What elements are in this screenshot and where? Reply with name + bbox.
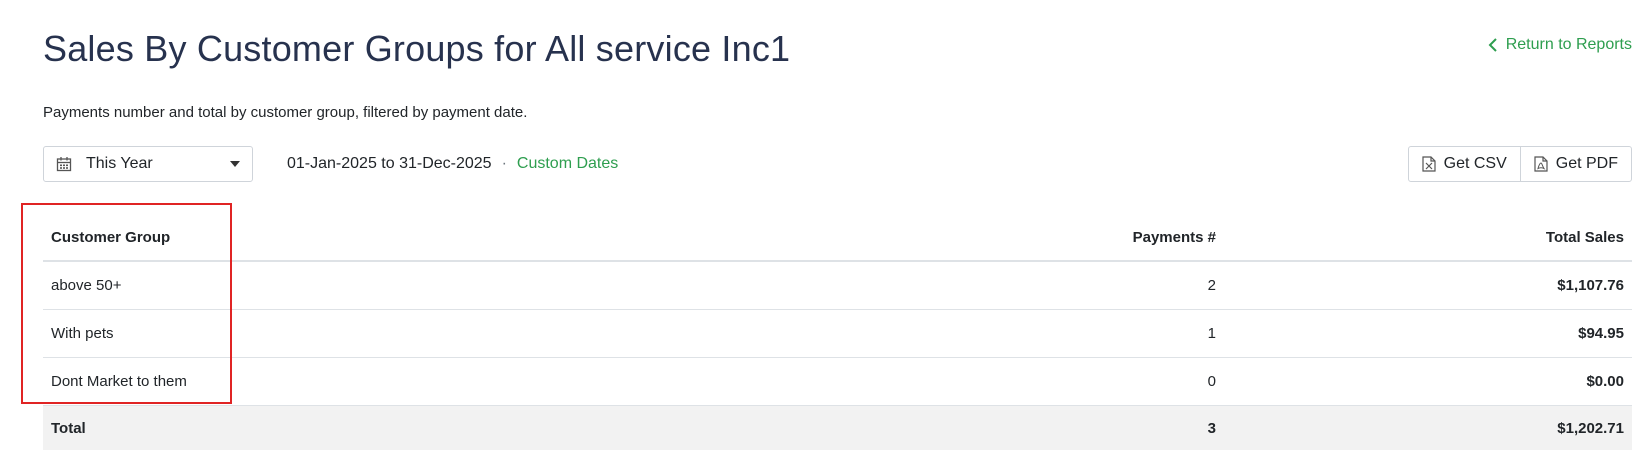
customer-group-cell: above 50+ [43, 261, 757, 310]
return-to-reports-link[interactable]: Return to Reports [1488, 36, 1632, 54]
payments-cell: 0 [756, 357, 1224, 406]
total-sales: $1,202.71 [1224, 405, 1632, 450]
payments-cell: 2 [756, 261, 1224, 310]
total-sales-cell: $1,107.76 [1224, 261, 1632, 310]
date-range-bar: 01-Jan-2025 to 31-Dec-2025 · Custom Date… [287, 155, 618, 173]
get-pdf-label: Get PDF [1555, 155, 1618, 172]
page-title: Sales By Customer Groups for All service… [43, 28, 791, 69]
separator-dot: · [501, 155, 507, 172]
file-pdf-icon [1534, 156, 1548, 172]
period-dropdown[interactable]: This Year [43, 146, 253, 182]
column-header-total-sales[interactable]: Total Sales [1224, 214, 1632, 262]
period-selected-value: This Year [86, 155, 153, 172]
caret-down-icon [230, 161, 240, 167]
table-header-row: Customer Group Payments # Total Sales [43, 214, 1632, 262]
export-button-group: Get CSV Get PDF [1407, 146, 1632, 182]
custom-dates-link[interactable]: Custom Dates [517, 155, 618, 173]
total-payments: 3 [756, 405, 1224, 450]
total-label: Total [43, 405, 757, 450]
total-sales-cell: $0.00 [1224, 357, 1632, 406]
get-csv-label: Get CSV [1443, 155, 1507, 172]
column-header-customer-group[interactable]: Customer Group [43, 214, 757, 262]
date-range-text: 01-Jan-2025 to 31-Dec-2025 [287, 155, 492, 172]
file-excel-icon [1422, 156, 1436, 172]
sales-table: Customer Group Payments # Total Sales ab… [43, 214, 1632, 450]
total-row: Total 3 $1,202.71 [43, 405, 1632, 450]
get-pdf-button[interactable]: Get PDF [1519, 147, 1631, 181]
report-page: Sales By Customer Groups for All service… [0, 0, 1652, 462]
total-sales-cell: $94.95 [1224, 309, 1632, 358]
report-description: Payments number and total by customer gr… [43, 104, 528, 121]
customer-group-cell: With pets [43, 309, 757, 358]
customer-group-cell: Dont Market to them [43, 357, 757, 406]
table-row: above 50+ 2 $1,107.76 [43, 261, 1632, 310]
payments-cell: 1 [756, 309, 1224, 358]
table-row: With pets 1 $94.95 [43, 309, 1632, 358]
table-row: Dont Market to them 0 $0.00 [43, 357, 1632, 406]
chevron-left-icon [1488, 38, 1498, 52]
calendar-icon [56, 156, 72, 172]
column-header-payments[interactable]: Payments # [756, 214, 1224, 262]
get-csv-button[interactable]: Get CSV [1409, 147, 1520, 181]
return-link-label: Return to Reports [1505, 36, 1632, 53]
